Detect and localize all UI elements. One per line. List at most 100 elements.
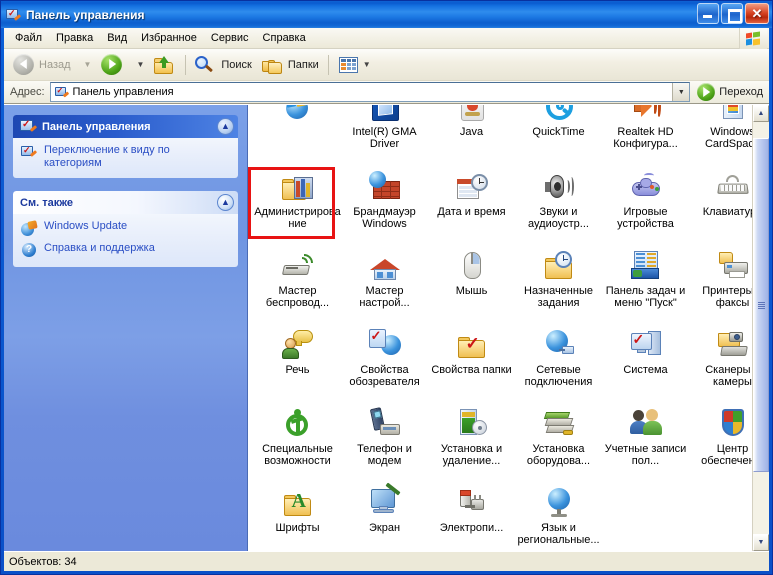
menu-favorites[interactable]: Избранное	[134, 29, 204, 47]
item-realtek-hd[interactable]: Realtek HD Конфигура...	[602, 105, 689, 150]
menu-help[interactable]: Справка	[256, 29, 313, 47]
item-label: Брандмауэр Windows	[353, 206, 416, 230]
item-phone-modem[interactable]: Телефон и модем	[341, 406, 428, 467]
menu-edit[interactable]: Правка	[49, 29, 100, 47]
chevron-down-icon: ▼	[83, 60, 92, 69]
date-time-icon	[454, 169, 490, 203]
address-input[interactable]: ✓ Панель управления ▼	[49, 82, 691, 102]
menu-view-label: Вид	[107, 32, 128, 44]
menu-tools[interactable]: Сервис	[204, 29, 256, 47]
windows-update-link[interactable]: Windows Update	[21, 220, 230, 237]
item-label: Шрифты	[275, 522, 320, 534]
vertical-scrollbar[interactable]: ▲ ▼	[752, 105, 769, 551]
item-label: Система	[623, 364, 668, 376]
scroll-up-button[interactable]: ▲	[753, 105, 769, 122]
user-accounts-icon	[628, 406, 664, 440]
control-panel-window: ✓ Панель управления ✕ Файл Правка Вид Из…	[0, 0, 773, 575]
item-label: Мастер настрой...	[359, 285, 410, 309]
back-button[interactable]: Назад	[8, 52, 76, 78]
help-support-link[interactable]: ? Справка и поддержка	[21, 242, 230, 259]
item-sounds-audio[interactable]: Звуки и аудиоустр...	[515, 169, 602, 230]
folders-button[interactable]: Папки	[257, 52, 324, 78]
item-fonts[interactable]: A Шрифты	[254, 485, 341, 534]
item-label: Intel(R) GMA Driver	[352, 126, 417, 150]
item-add-hardware[interactable]: Установка оборудова...	[515, 406, 602, 467]
help-icon: ?	[21, 243, 38, 259]
switch-to-category-view-link[interactable]: ✓ Переключение к виду по категориям	[21, 144, 230, 170]
item-administrative-tools[interactable]: Администрирование	[254, 169, 341, 230]
close-button[interactable]: ✕	[745, 3, 769, 24]
item-label: Учетные записи пол...	[604, 443, 687, 467]
menu-file[interactable]: Файл	[8, 29, 49, 47]
scrollbar-thumb[interactable]	[753, 138, 769, 473]
item-taskbar-start-menu[interactable]: Панель задач и меню "Пуск"	[602, 248, 689, 309]
go-button[interactable]: Переход	[690, 82, 769, 103]
minimize-button[interactable]	[697, 3, 719, 24]
item-java[interactable]: Java	[428, 105, 515, 138]
item-label: Игровые устройства	[617, 206, 674, 230]
item-accessibility-options[interactable]: Специальные возможности	[254, 406, 341, 467]
item-internet-options[interactable]: ✓ Свойства обозревателя	[341, 327, 428, 388]
scrollbar-track[interactable]	[753, 122, 769, 534]
panel-control-panel-header[interactable]: ✓ Панель управления ▲	[13, 115, 238, 138]
item-quicktime[interactable]: QuickTime	[515, 105, 602, 138]
item-network-connections[interactable]: Сетевые подключения	[515, 327, 602, 388]
views-button[interactable]: ▼	[333, 52, 376, 78]
scroll-down-button[interactable]: ▼	[753, 534, 769, 551]
chevron-up-icon: ▲	[757, 110, 765, 117]
toolbar-separator	[185, 54, 187, 75]
close-icon: ✕	[751, 6, 763, 21]
item-windows-globe[interactable]	[254, 105, 341, 126]
item-power-options[interactable]: Электропи...	[428, 485, 515, 534]
address-dropdown-button[interactable]: ▼	[672, 83, 690, 101]
back-arrow-icon	[13, 53, 34, 75]
go-arrow-icon	[697, 83, 716, 101]
panel-see-also-header[interactable]: См. также ▲	[13, 191, 238, 214]
item-label: Звуки и аудиоустр...	[528, 206, 589, 230]
item-label: Мышь	[455, 285, 488, 297]
views-icon	[338, 54, 360, 76]
control-panel-icon: ✓	[5, 7, 22, 23]
item-display[interactable]: Экран	[341, 482, 428, 534]
status-bar: Объектов: 34	[4, 551, 769, 571]
item-add-remove-programs[interactable]: Установка и удаление...	[428, 406, 515, 467]
scanners-cameras-icon	[715, 327, 751, 361]
title-bar[interactable]: ✓ Панель управления ✕	[1, 1, 772, 28]
chevron-up-icon[interactable]: ▲	[217, 118, 234, 135]
item-mouse[interactable]: Мышь	[428, 248, 515, 297]
folder-options-icon: ✓	[454, 327, 490, 361]
item-network-setup-wizard[interactable]: Мастер настрой...	[341, 248, 428, 309]
control-panel-icon: ✓	[20, 119, 38, 135]
maximize-button[interactable]	[721, 3, 743, 24]
wireless-wizard-icon	[280, 248, 316, 282]
item-scheduled-tasks[interactable]: Назначенные задания	[515, 248, 602, 309]
item-label: Свойства папки	[431, 364, 512, 376]
up-button[interactable]	[149, 52, 181, 78]
item-user-accounts[interactable]: Учетные записи пол...	[602, 406, 689, 467]
item-game-controllers[interactable]: Игровые устройства	[602, 169, 689, 230]
item-folder-options[interactable]: ✓ Свойства папки	[428, 327, 515, 377]
chevron-up-icon[interactable]: ▲	[217, 194, 234, 211]
admin-tools-icon	[280, 169, 316, 203]
item-system[interactable]: ✓ Система	[602, 327, 689, 376]
internet-options-icon: ✓	[367, 327, 403, 361]
regional-options-icon	[541, 485, 577, 519]
control-panel-icon: ✓	[54, 86, 69, 99]
item-wireless-wizard[interactable]: Мастер беспровод...	[254, 248, 341, 309]
item-label: QuickTime	[532, 126, 585, 138]
forward-button[interactable]	[96, 52, 128, 78]
item-intel-gma-driver[interactable]: Intel(R) GMA Driver	[341, 105, 428, 150]
item-label: Язык и региональные...	[517, 522, 600, 546]
menu-help-label: Справка	[262, 32, 306, 44]
back-dropdown[interactable]: ▼	[76, 52, 97, 78]
item-date-time[interactable]: Дата и время	[428, 169, 515, 218]
item-regional-options[interactable]: Язык и региональные...	[515, 485, 602, 546]
search-button[interactable]: Поиск	[190, 52, 256, 78]
item-label: Назначенные задания	[524, 285, 593, 309]
folders-label: Папки	[287, 58, 319, 71]
forward-dropdown[interactable]: ▼	[128, 52, 149, 78]
item-windows-firewall[interactable]: Брандмауэр Windows	[341, 169, 428, 230]
search-icon	[195, 54, 217, 76]
item-speech[interactable]: Речь	[254, 327, 341, 376]
menu-view[interactable]: Вид	[100, 29, 134, 47]
